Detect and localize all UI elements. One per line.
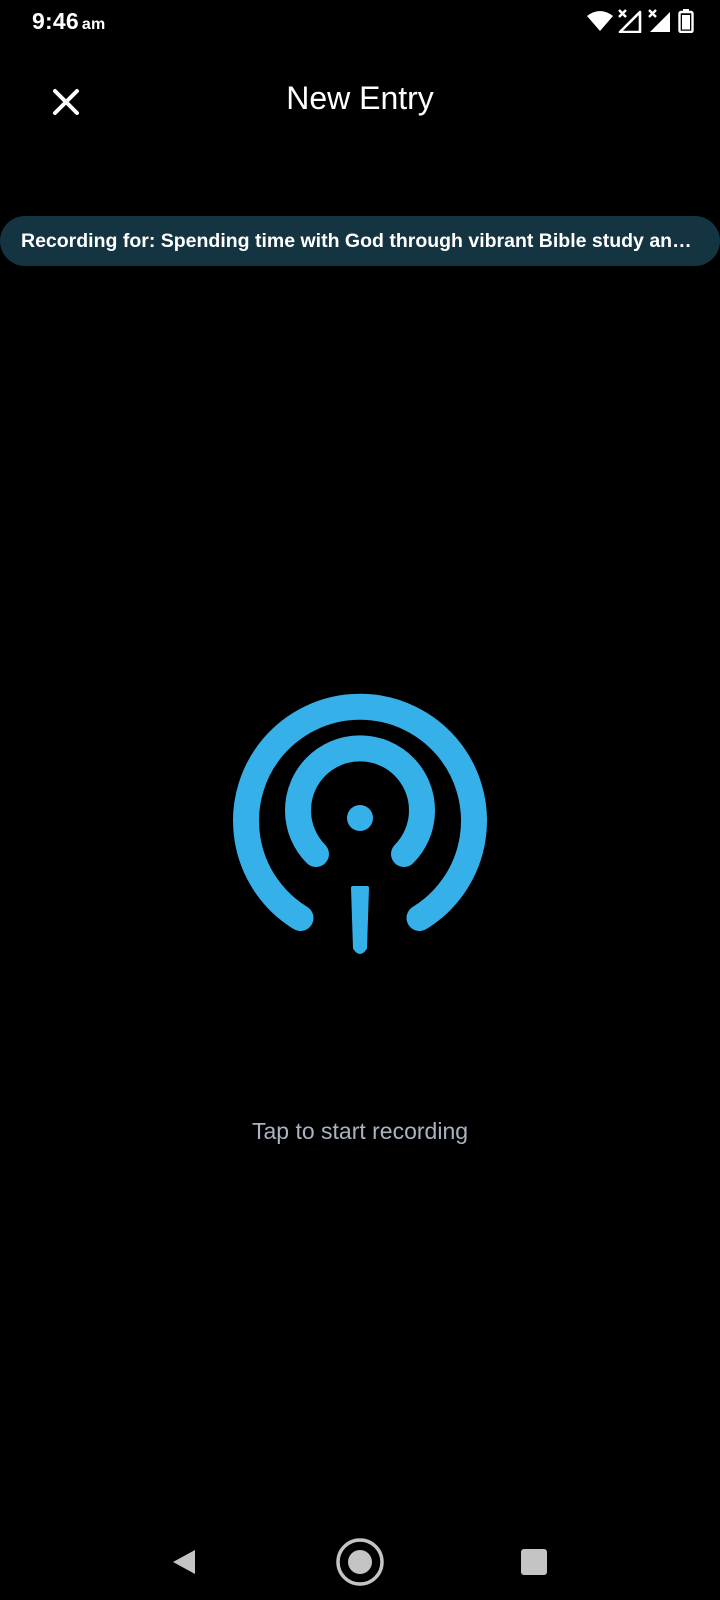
page-title: New Entry bbox=[286, 80, 434, 116]
nav-home-button[interactable] bbox=[330, 1532, 390, 1592]
record-button[interactable] bbox=[232, 690, 488, 960]
banner-text: Recording for: Spending time with God th… bbox=[21, 229, 700, 252]
back-icon bbox=[173, 1550, 195, 1574]
battery-icon bbox=[678, 9, 694, 33]
status-time: 9:46 am bbox=[32, 8, 105, 35]
recents-icon bbox=[521, 1549, 547, 1575]
screen: 9:46 am New Entry Recording for: Spendin… bbox=[0, 0, 720, 1600]
nav-back-button[interactable] bbox=[154, 1532, 214, 1592]
status-bar: 9:46 am bbox=[0, 0, 720, 44]
signal-no-service-icon bbox=[618, 9, 642, 33]
podcast-mic-icon bbox=[233, 693, 487, 954]
nav-recents-button[interactable] bbox=[504, 1532, 564, 1592]
status-ampm: am bbox=[81, 16, 106, 33]
home-icon bbox=[336, 1538, 384, 1586]
wifi-icon bbox=[587, 11, 613, 31]
signal-no-service-icon bbox=[648, 9, 670, 32]
record-hint: Tap to start recording bbox=[251, 1118, 469, 1144]
status-clock: 9:46 bbox=[32, 8, 79, 34]
recording-for-banner: Recording for: Spending time with God th… bbox=[0, 216, 720, 266]
status-icons bbox=[586, 9, 694, 33]
